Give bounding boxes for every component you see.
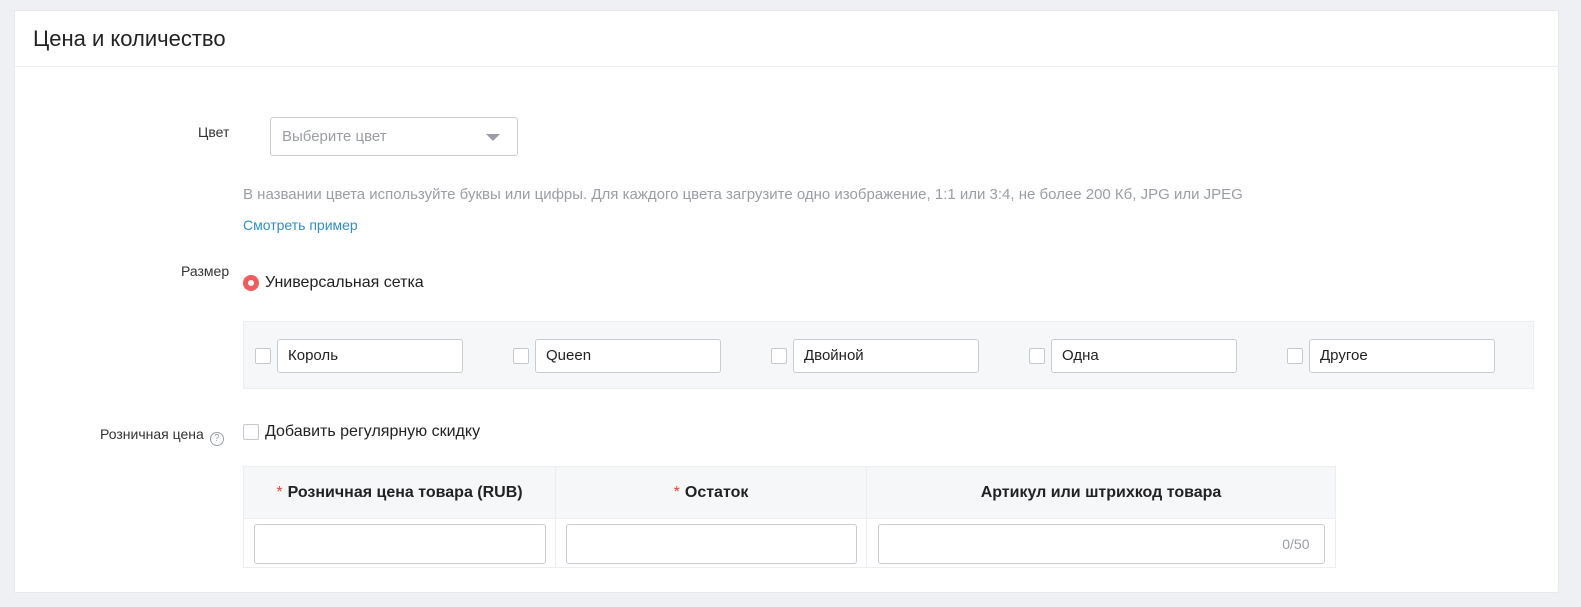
size-checkbox[interactable] [1029, 348, 1045, 364]
size-label: Размер [181, 263, 230, 279]
size-checkbox[interactable] [255, 348, 271, 364]
sku-char-counter: 0/50 [1282, 535, 1310, 552]
size-option: Король [255, 339, 463, 373]
retail-price-input[interactable] [253, 523, 546, 564]
size-checkbox[interactable] [771, 348, 787, 364]
size-option: Одна [1029, 339, 1237, 373]
column-label: Артикул или штрихкод товара [980, 483, 1222, 501]
size-option: Другое [1287, 339, 1495, 373]
universal-grid-radio[interactable]: Универсальная сетка [243, 274, 424, 292]
sku-input[interactable]: 0/50 [877, 523, 1325, 564]
size-name-input[interactable]: Король [277, 339, 463, 373]
retail-price-cell [244, 519, 556, 568]
price-table: * Розничная цена товара (RUB) * Остаток … [243, 466, 1336, 568]
size-name-input[interactable]: Двойной [793, 339, 979, 373]
universal-grid-label: Универсальная сетка [265, 274, 424, 291]
retail-price-label-wrap: Розничная цена? [100, 426, 224, 446]
discount-label: Добавить регулярную скидку [265, 423, 481, 440]
discount-checkbox[interactable] [243, 424, 259, 440]
view-example-link[interactable]: Смотреть пример [243, 217, 358, 233]
color-select[interactable]: Выберите цвет [270, 117, 518, 156]
column-label: Остаток [684, 483, 749, 501]
size-name-input[interactable]: Queen [535, 339, 721, 373]
size-options-box: Король Queen Двойной Одна Другое [243, 321, 1534, 389]
size-checkbox[interactable] [1287, 348, 1303, 364]
stock-input[interactable] [565, 523, 857, 564]
price-table-header: * Розничная цена товара (RUB) * Остаток … [244, 467, 1335, 519]
required-mark: * [673, 483, 680, 501]
size-option: Queen [513, 339, 721, 373]
column-header-stock: * Остаток [556, 467, 867, 518]
retail-price-label: Розничная цена [100, 426, 204, 442]
size-name-input[interactable]: Другое [1309, 339, 1495, 373]
column-header-sku: Артикул или штрихкод товара [867, 467, 1335, 518]
sku-cell: 0/50 [867, 519, 1335, 568]
size-option: Двойной [771, 339, 979, 373]
price-table-row: 0/50 [244, 519, 1335, 568]
color-hint: В названии цвета используйте буквы или ц… [243, 186, 1243, 203]
required-mark: * [276, 483, 283, 501]
column-label: Розничная цена товара (RUB) [287, 483, 523, 501]
section-title: Цена и количество [33, 25, 226, 51]
color-label: Цвет [198, 124, 230, 140]
price-quantity-card: Цена и количество Цвет Выберите цвет В н… [14, 10, 1559, 593]
size-name-input[interactable]: Одна [1051, 339, 1237, 373]
column-header-retail-price: * Розничная цена товара (RUB) [244, 467, 556, 518]
question-circle-icon[interactable]: ? [209, 431, 224, 446]
card-header: Цена и количество [15, 11, 1558, 67]
regular-discount-option[interactable]: Добавить регулярную скидку [243, 423, 480, 441]
size-checkbox[interactable] [513, 348, 529, 364]
color-select-placeholder: Выберите цвет [282, 128, 387, 145]
stock-cell [556, 519, 867, 568]
chevron-down-icon [486, 134, 500, 141]
radio-selected-icon[interactable] [243, 275, 259, 291]
